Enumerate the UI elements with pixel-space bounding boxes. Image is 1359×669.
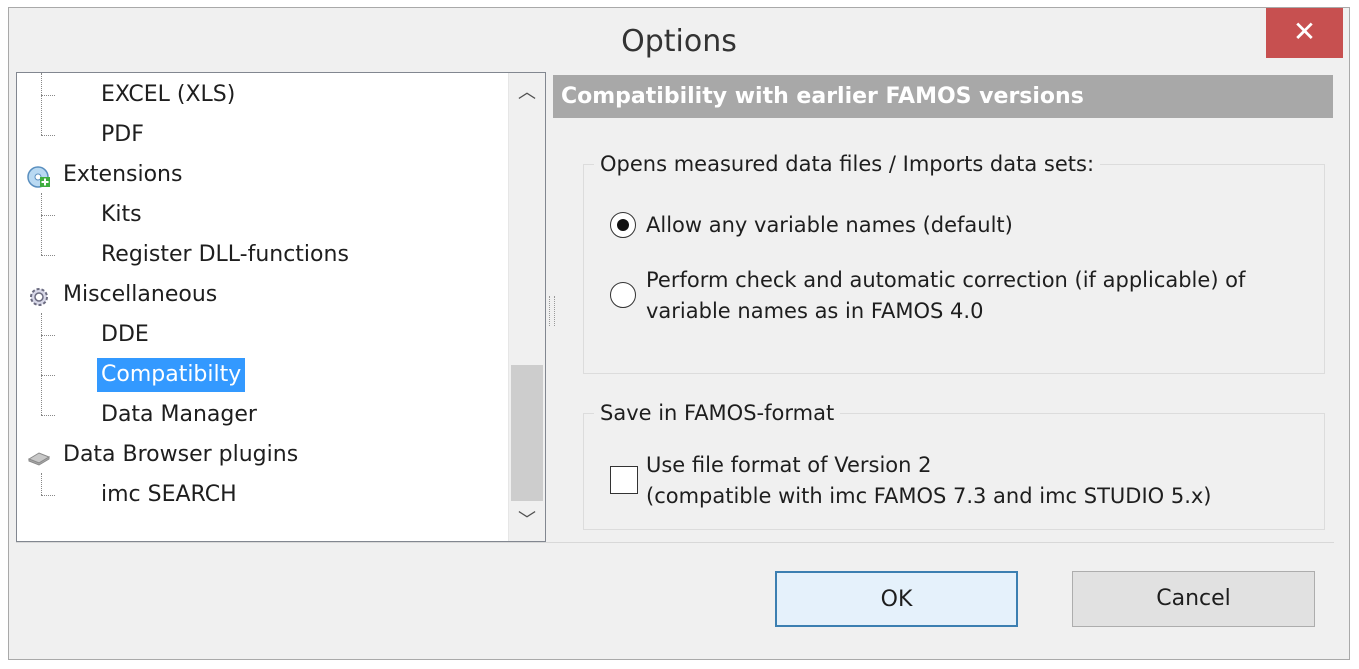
tree-connector bbox=[41, 193, 42, 255]
radio-label-line2: variable names as in FAMOS 4.0 bbox=[646, 299, 984, 323]
group-legend: Opens measured data files / Imports data… bbox=[594, 151, 1101, 177]
tree-item-pdf[interactable]: PDF bbox=[97, 118, 148, 152]
dialog-title: Options bbox=[621, 24, 737, 59]
tree-item-extensions[interactable]: Extensions bbox=[59, 158, 186, 192]
scroll-down-button[interactable]: ﹀ bbox=[509, 501, 545, 541]
chevron-down-icon: ﹀ bbox=[518, 510, 536, 531]
tree-scrollbar[interactable]: ︿ ﹀ bbox=[508, 73, 545, 541]
tree-item-kits[interactable]: Kits bbox=[97, 198, 146, 232]
footer-separator bbox=[16, 542, 1334, 543]
options-tree[interactable]: EXCEL (XLS) PDF Extensions Kits Register… bbox=[16, 72, 546, 542]
tree-connector bbox=[41, 135, 55, 136]
tree-item-register-dll[interactable]: Register DLL-functions bbox=[97, 238, 353, 272]
open-data-group: Opens measured data files / Imports data… bbox=[583, 151, 1325, 374]
tree-connector bbox=[41, 215, 55, 216]
extensions-icon bbox=[27, 165, 51, 189]
tree-connector bbox=[41, 415, 55, 416]
tree-item-imc-search[interactable]: imc SEARCH bbox=[97, 478, 241, 512]
scroll-up-button[interactable]: ︿ bbox=[509, 73, 545, 113]
tree-item-excel[interactable]: EXCEL (XLS) bbox=[97, 78, 239, 112]
close-button[interactable]: ✕ bbox=[1266, 8, 1343, 58]
checkbox-label-line1: Use file format of Version 2 bbox=[646, 453, 932, 477]
close-icon: ✕ bbox=[1292, 15, 1317, 48]
tree-item-miscellaneous[interactable]: Miscellaneous bbox=[59, 278, 221, 312]
tree-item-dde[interactable]: DDE bbox=[97, 318, 153, 352]
plugin-icon bbox=[27, 445, 51, 469]
checkbox-label-line2: (compatible with imc FAMOS 7.3 and imc S… bbox=[646, 484, 1212, 508]
radio-dot bbox=[617, 219, 629, 231]
tree-connector bbox=[41, 95, 55, 96]
checkbox[interactable] bbox=[610, 466, 638, 494]
tree-item-data-manager[interactable]: Data Manager bbox=[97, 398, 261, 432]
tree-connector bbox=[41, 73, 42, 135]
radio-label: Allow any variable names (default) bbox=[646, 213, 1013, 237]
tree-connector bbox=[41, 495, 55, 496]
tree-connector bbox=[41, 335, 55, 336]
radio-label-line1: Perform check and automatic correction (… bbox=[646, 268, 1246, 292]
radio-button[interactable] bbox=[610, 282, 636, 308]
cancel-button[interactable]: Cancel bbox=[1072, 571, 1315, 627]
save-format-group: Save in FAMOS-format Use file format of … bbox=[583, 400, 1325, 530]
group-legend: Save in FAMOS-format bbox=[594, 400, 841, 426]
tree-item-compatibility[interactable]: Compatibilty bbox=[97, 358, 246, 392]
gear-icon bbox=[27, 285, 51, 309]
tree-connector bbox=[41, 313, 42, 415]
scroll-thumb[interactable] bbox=[511, 365, 543, 501]
panel-header: Compatibility with earlier FAMOS version… bbox=[553, 75, 1333, 118]
panel-splitter[interactable] bbox=[549, 296, 555, 326]
ok-button[interactable]: OK bbox=[775, 571, 1018, 627]
radio-button[interactable] bbox=[610, 212, 636, 238]
tree-connector bbox=[41, 255, 55, 256]
tree-connector bbox=[41, 473, 42, 495]
chevron-up-icon: ︿ bbox=[518, 82, 536, 103]
title-bar[interactable]: Options ✕ bbox=[9, 8, 1349, 80]
tree-item-data-browser-plugins[interactable]: Data Browser plugins bbox=[59, 438, 302, 472]
tree-connector bbox=[41, 375, 55, 376]
